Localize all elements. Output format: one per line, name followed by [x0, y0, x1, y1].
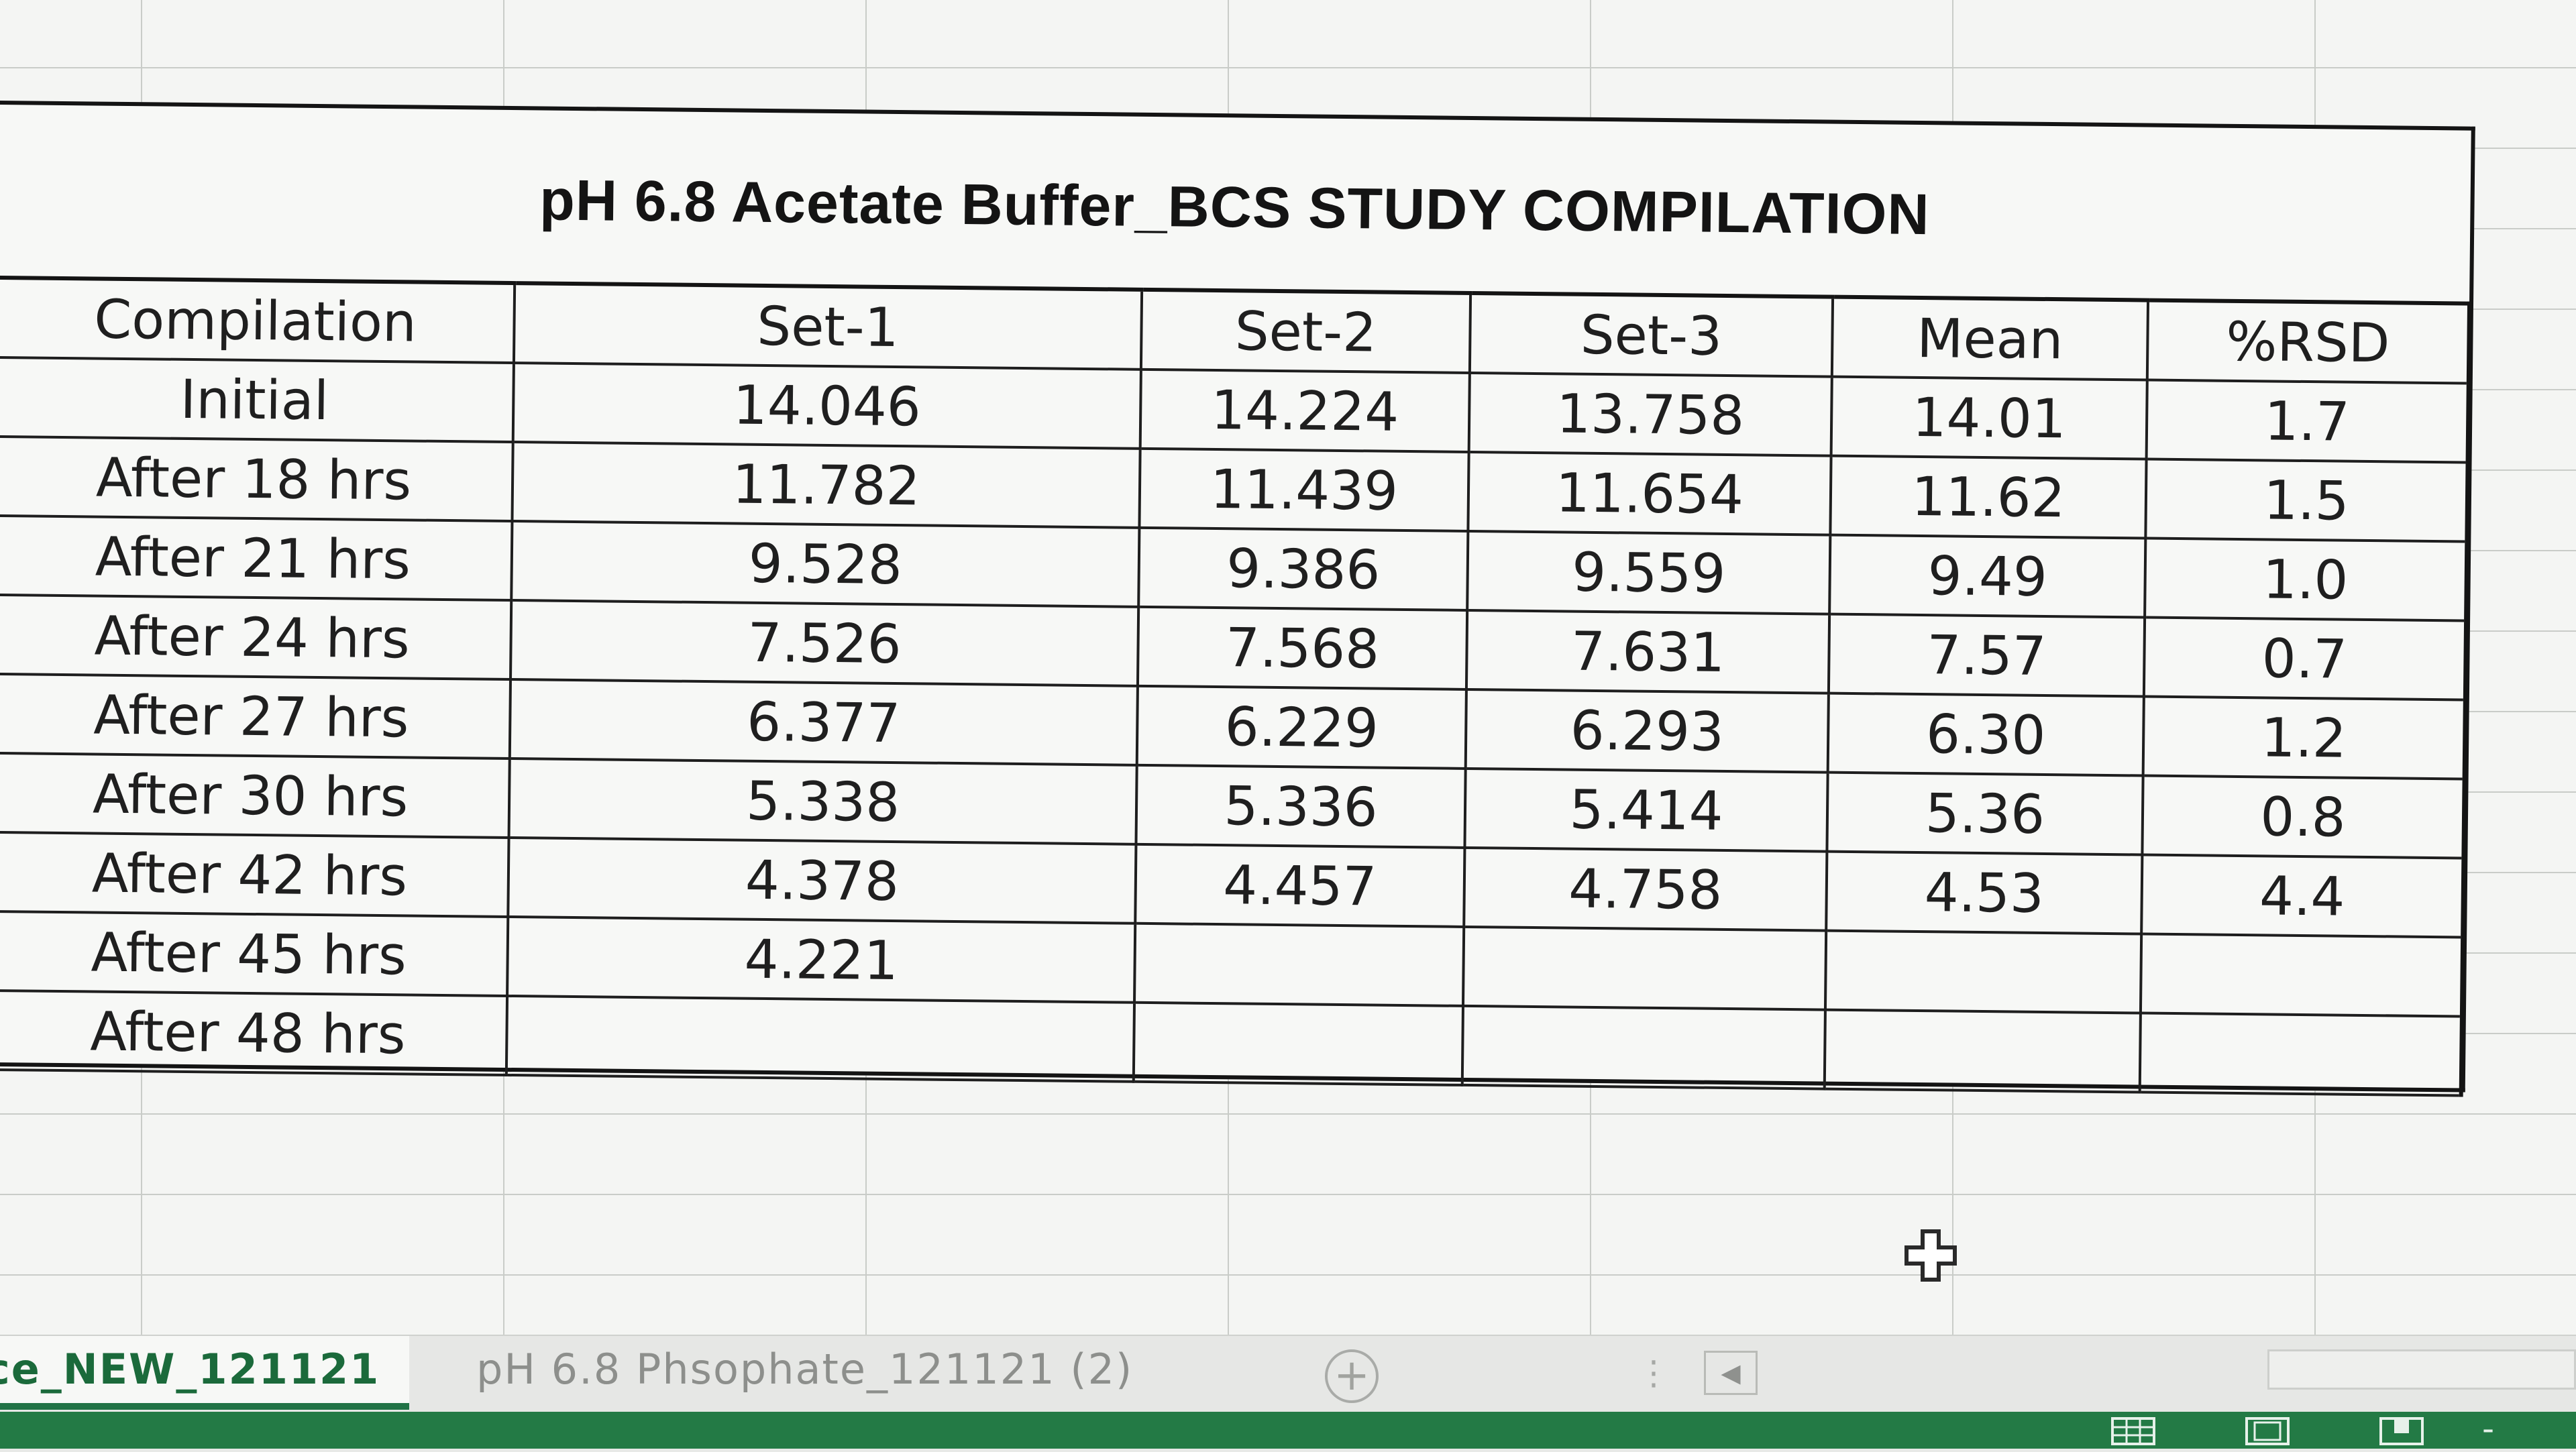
page-break-icon[interactable]: [2375, 1416, 2428, 1449]
value-cell[interactable]: 6.30: [1827, 693, 2144, 776]
value-cell[interactable]: 4.758: [1464, 847, 1827, 931]
value-cell[interactable]: 1.5: [2145, 459, 2468, 542]
value-cell[interactable]: [1462, 926, 1827, 1010]
value-cell[interactable]: 0.7: [2143, 617, 2467, 700]
status-bar: -: [0, 1412, 2576, 1449]
value-cell[interactable]: 5.36: [1827, 772, 2143, 855]
row-label-cell[interactable]: After 45 hrs: [0, 911, 508, 996]
value-cell[interactable]: 9.49: [1829, 535, 2146, 618]
value-cell[interactable]: [1133, 1002, 1463, 1085]
sheet-tab-phosphate[interactable]: pH 6.8 Phsophate_121121 (2): [470, 1336, 1133, 1403]
value-cell[interactable]: 6.293: [1465, 689, 1829, 773]
value-cell[interactable]: 7.631: [1466, 610, 1830, 693]
column-header-0[interactable]: Compilation: [0, 277, 515, 364]
value-cell[interactable]: [2140, 934, 2463, 1017]
value-cell[interactable]: 14.01: [1831, 376, 2147, 459]
report-table-block: pH 6.8 Acetate Buffer_BCS STUDY COMPILAT…: [0, 101, 2475, 1096]
value-cell[interactable]: 9.559: [1467, 530, 1831, 614]
sheet-tab-active[interactable]: ce_NEW_121121: [0, 1336, 409, 1410]
value-cell[interactable]: 4.53: [1826, 851, 2143, 934]
cell-select-cross-icon: [1904, 1229, 1957, 1282]
value-cell[interactable]: [506, 995, 1135, 1082]
row-label-cell[interactable]: After 48 hrs: [0, 990, 508, 1075]
zoom-out-button[interactable]: -: [2482, 1412, 2494, 1445]
row-label-cell[interactable]: After 27 hrs: [0, 673, 511, 759]
value-cell[interactable]: 0.8: [2142, 775, 2465, 858]
value-cell[interactable]: 13.758: [1468, 372, 1832, 456]
value-cell[interactable]: 11.439: [1139, 448, 1469, 531]
value-cell[interactable]: [2139, 1013, 2462, 1096]
value-cell[interactable]: 7.57: [1828, 614, 2145, 697]
sheet-tab-bar: ce_NEW_121121 pH 6.8 Phsophate_121121 (2…: [0, 1335, 2576, 1413]
triangle-left-icon[interactable]: ◀: [1704, 1351, 1758, 1395]
value-cell[interactable]: [1134, 923, 1464, 1006]
grid-icon[interactable]: [2106, 1416, 2160, 1449]
value-cell[interactable]: 1.2: [2143, 696, 2465, 779]
value-cell[interactable]: 11.62: [1830, 455, 2147, 539]
column-header-1[interactable]: Set-1: [513, 283, 1142, 370]
value-cell[interactable]: 4.378: [508, 838, 1136, 924]
data-table: Compilation Set-1 Set-2 Set-3 Mean %RSD Initi…: [0, 276, 2471, 1097]
horizontal-scrollbar[interactable]: [2267, 1349, 2576, 1390]
value-cell[interactable]: 5.336: [1136, 765, 1466, 848]
report-title: pH 6.8 Acetate Buffer_BCS STUDY COMPILAT…: [539, 168, 1931, 247]
value-cell[interactable]: [1824, 1009, 2141, 1093]
value-cell[interactable]: 1.0: [2145, 538, 2467, 621]
column-header-4[interactable]: Mean: [1831, 296, 2149, 380]
value-cell[interactable]: 5.338: [508, 759, 1137, 844]
value-cell[interactable]: [1462, 1005, 1825, 1089]
value-cell[interactable]: 1.7: [2146, 380, 2469, 463]
value-cell[interactable]: 11.654: [1468, 451, 1831, 535]
value-cell[interactable]: 9.386: [1138, 527, 1468, 610]
row-label-cell[interactable]: After 30 hrs: [0, 752, 510, 838]
table-body: Initial 14.046 14.224 13.758 14.01 1.7 After 1…: [0, 357, 2469, 1096]
value-cell[interactable]: 4.4: [2141, 854, 2464, 938]
value-cell[interactable]: 7.568: [1137, 606, 1468, 689]
value-cell[interactable]: 14.224: [1140, 369, 1470, 452]
row-label-cell[interactable]: After 24 hrs: [0, 594, 512, 680]
column-header-3[interactable]: Set-3: [1469, 292, 1833, 377]
row-label-cell[interactable]: Initial: [0, 357, 514, 443]
value-cell[interactable]: 11.782: [512, 442, 1140, 528]
row-label-cell[interactable]: After 18 hrs: [0, 436, 513, 522]
plus-circle-icon[interactable]: +: [1325, 1349, 1379, 1403]
value-cell[interactable]: [1825, 930, 2142, 1013]
row-label-cell[interactable]: After 21 hrs: [0, 515, 513, 601]
value-cell[interactable]: 4.457: [1135, 844, 1465, 927]
value-cell[interactable]: 5.414: [1464, 768, 1828, 852]
page-layout-icon[interactable]: [2241, 1416, 2294, 1449]
value-cell[interactable]: 14.046: [513, 363, 1141, 449]
value-cell[interactable]: 4.221: [507, 916, 1136, 1003]
row-label-cell[interactable]: After 42 hrs: [0, 832, 509, 917]
column-header-2[interactable]: Set-2: [1140, 289, 1471, 373]
value-cell[interactable]: 9.528: [511, 521, 1140, 607]
column-header-5[interactable]: %RSD: [2147, 300, 2470, 384]
vertical-dots-icon[interactable]: ⋮: [1637, 1343, 1670, 1403]
value-cell[interactable]: 6.377: [509, 679, 1138, 765]
value-cell[interactable]: 7.526: [511, 600, 1139, 686]
value-cell[interactable]: 6.229: [1136, 685, 1466, 769]
